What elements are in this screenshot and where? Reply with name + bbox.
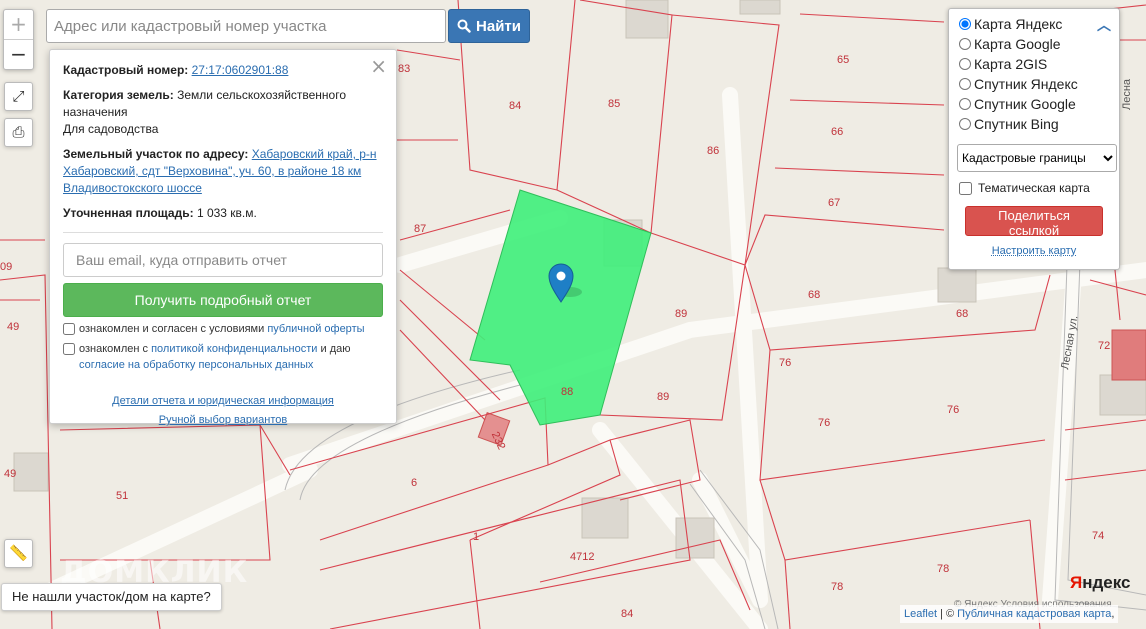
- close-icon[interactable]: ×: [370, 54, 387, 78]
- find-button-label: Найти: [476, 17, 521, 35]
- agree-offer-row: ознакомлен и согласен с условиями публич…: [63, 321, 383, 337]
- layer-switcher-panel: ︿ Карта Яндекс Карта Google Карта 2GIS С…: [948, 8, 1120, 270]
- manual-selection-link[interactable]: Ручной выбор вариантов: [63, 412, 383, 429]
- svg-text:67: 67: [828, 197, 840, 209]
- svg-text:84: 84: [621, 608, 633, 620]
- svg-text:66: 66: [831, 126, 843, 138]
- privacy-link[interactable]: политикой конфиденциальности: [151, 343, 317, 355]
- svg-text:51: 51: [116, 490, 128, 502]
- overlay-select[interactable]: Кадастровые границы: [957, 144, 1117, 172]
- share-link-button[interactable]: Поделиться ссылкой: [965, 206, 1103, 238]
- svg-text:76: 76: [947, 404, 959, 416]
- category-row: Категория земель: Земли сельскохозяйстве…: [63, 88, 347, 136]
- cadastral-number-link[interactable]: 27:17:0602901:88: [192, 63, 289, 77]
- svg-text:83: 83: [398, 63, 410, 75]
- svg-text:86: 86: [707, 145, 719, 157]
- svg-text:6: 6: [411, 477, 417, 489]
- leaflet-link[interactable]: Leaflet: [904, 608, 937, 620]
- agree-privacy-row: ознакомлен с политикой конфиденциальност…: [63, 341, 383, 373]
- highlighted-building: [1111, 329, 1146, 381]
- not-found-button[interactable]: Не нашли участок/дом на карте?: [1, 583, 222, 611]
- svg-text:4712: 4712: [570, 551, 594, 563]
- area-row: Уточненная площадь: 1 033 кв.м.: [63, 206, 257, 220]
- layer-option-yandex-satellite[interactable]: Спутник Яндекс: [957, 74, 1111, 94]
- layer-radio[interactable]: [959, 18, 971, 30]
- svg-text:72: 72: [1098, 340, 1110, 352]
- svg-text:68: 68: [808, 289, 820, 301]
- print-button[interactable]: ⎙: [4, 118, 33, 147]
- get-report-button[interactable]: Получить подробный отчет: [63, 283, 383, 317]
- svg-text:65: 65: [837, 54, 849, 66]
- yandex-logo: Яндекс: [1070, 573, 1131, 592]
- configure-map-link[interactable]: Настроить карту: [957, 245, 1111, 257]
- area-value: 1 033 кв.м.: [196, 206, 257, 220]
- zoom-out-button[interactable]: −: [4, 40, 33, 69]
- svg-text:88: 88: [561, 386, 573, 398]
- svg-text:87: 87: [414, 223, 426, 235]
- svg-text:76: 76: [818, 417, 830, 429]
- layer-radio[interactable]: [959, 98, 971, 110]
- svg-text:74: 74: [1092, 530, 1104, 542]
- svg-text:09: 09: [0, 261, 12, 273]
- chevron-up-icon[interactable]: ︿: [1097, 15, 1111, 35]
- layer-option-2gis-map[interactable]: Карта 2GIS: [957, 54, 1111, 74]
- zoom-in-button[interactable]: +: [4, 10, 33, 40]
- ruler-icon: 📏: [9, 544, 28, 562]
- svg-text:68: 68: [956, 308, 968, 320]
- consent-link[interactable]: согласие на обработку персональных данны…: [79, 359, 313, 371]
- pkk-link[interactable]: Публичная кадастровая карта: [957, 608, 1111, 620]
- layer-option-yandex-map[interactable]: Карта Яндекс: [957, 14, 1111, 34]
- svg-text:1: 1: [473, 531, 479, 543]
- svg-text:49: 49: [4, 468, 16, 480]
- street-label-2: Лесна: [1121, 78, 1133, 110]
- ruler-button[interactable]: 📏: [4, 539, 33, 568]
- svg-text:89: 89: [675, 308, 687, 320]
- parcel-info-popup: × Кадастровый номер: 27:17:0602901:88 Ка…: [49, 49, 397, 426]
- layer-option-bing-satellite[interactable]: Спутник Bing: [957, 114, 1111, 134]
- printer-icon: ⎙: [12, 123, 25, 141]
- layer-radio[interactable]: [959, 58, 971, 70]
- agree-privacy-checkbox[interactable]: [63, 343, 75, 355]
- layer-radio[interactable]: [959, 118, 971, 130]
- address-row: Земельный участок по адресу: Хабаровский…: [63, 147, 377, 195]
- report-details-link[interactable]: Детали отчета и юридическая информация: [63, 393, 383, 410]
- zoom-control: + −: [3, 9, 34, 70]
- layer-option-google-satellite[interactable]: Спутник Google: [957, 94, 1111, 114]
- svg-text:76: 76: [779, 357, 791, 369]
- svg-text:89: 89: [657, 391, 669, 403]
- map-attribution: Leaflet | © Публичная кадастровая карта,: [900, 605, 1119, 623]
- svg-text:84: 84: [509, 100, 521, 112]
- fullscreen-button[interactable]: ⤢: [4, 82, 33, 111]
- thematic-map-toggle[interactable]: Тематическая карта: [957, 180, 1111, 196]
- svg-text:49: 49: [7, 321, 19, 333]
- usage-value: Для садоводства: [63, 122, 159, 136]
- offer-link[interactable]: публичной оферты: [267, 323, 364, 335]
- agree-offer-checkbox[interactable]: [63, 323, 75, 335]
- divider: [63, 232, 383, 233]
- layer-option-google-map[interactable]: Карта Google: [957, 34, 1111, 54]
- svg-text:78: 78: [937, 563, 949, 575]
- svg-text:85: 85: [608, 98, 620, 110]
- cadastral-row: Кадастровый номер: 27:17:0602901:88: [63, 63, 289, 77]
- layer-radio[interactable]: [959, 78, 971, 90]
- search-icon: [457, 19, 471, 33]
- expand-icon: ⤢: [12, 87, 25, 105]
- layer-radio[interactable]: [959, 38, 971, 50]
- email-field[interactable]: [63, 243, 383, 277]
- find-button[interactable]: Найти: [448, 9, 530, 43]
- thematic-map-checkbox[interactable]: [959, 181, 972, 195]
- search-input[interactable]: [46, 9, 446, 43]
- svg-text:78: 78: [831, 581, 843, 593]
